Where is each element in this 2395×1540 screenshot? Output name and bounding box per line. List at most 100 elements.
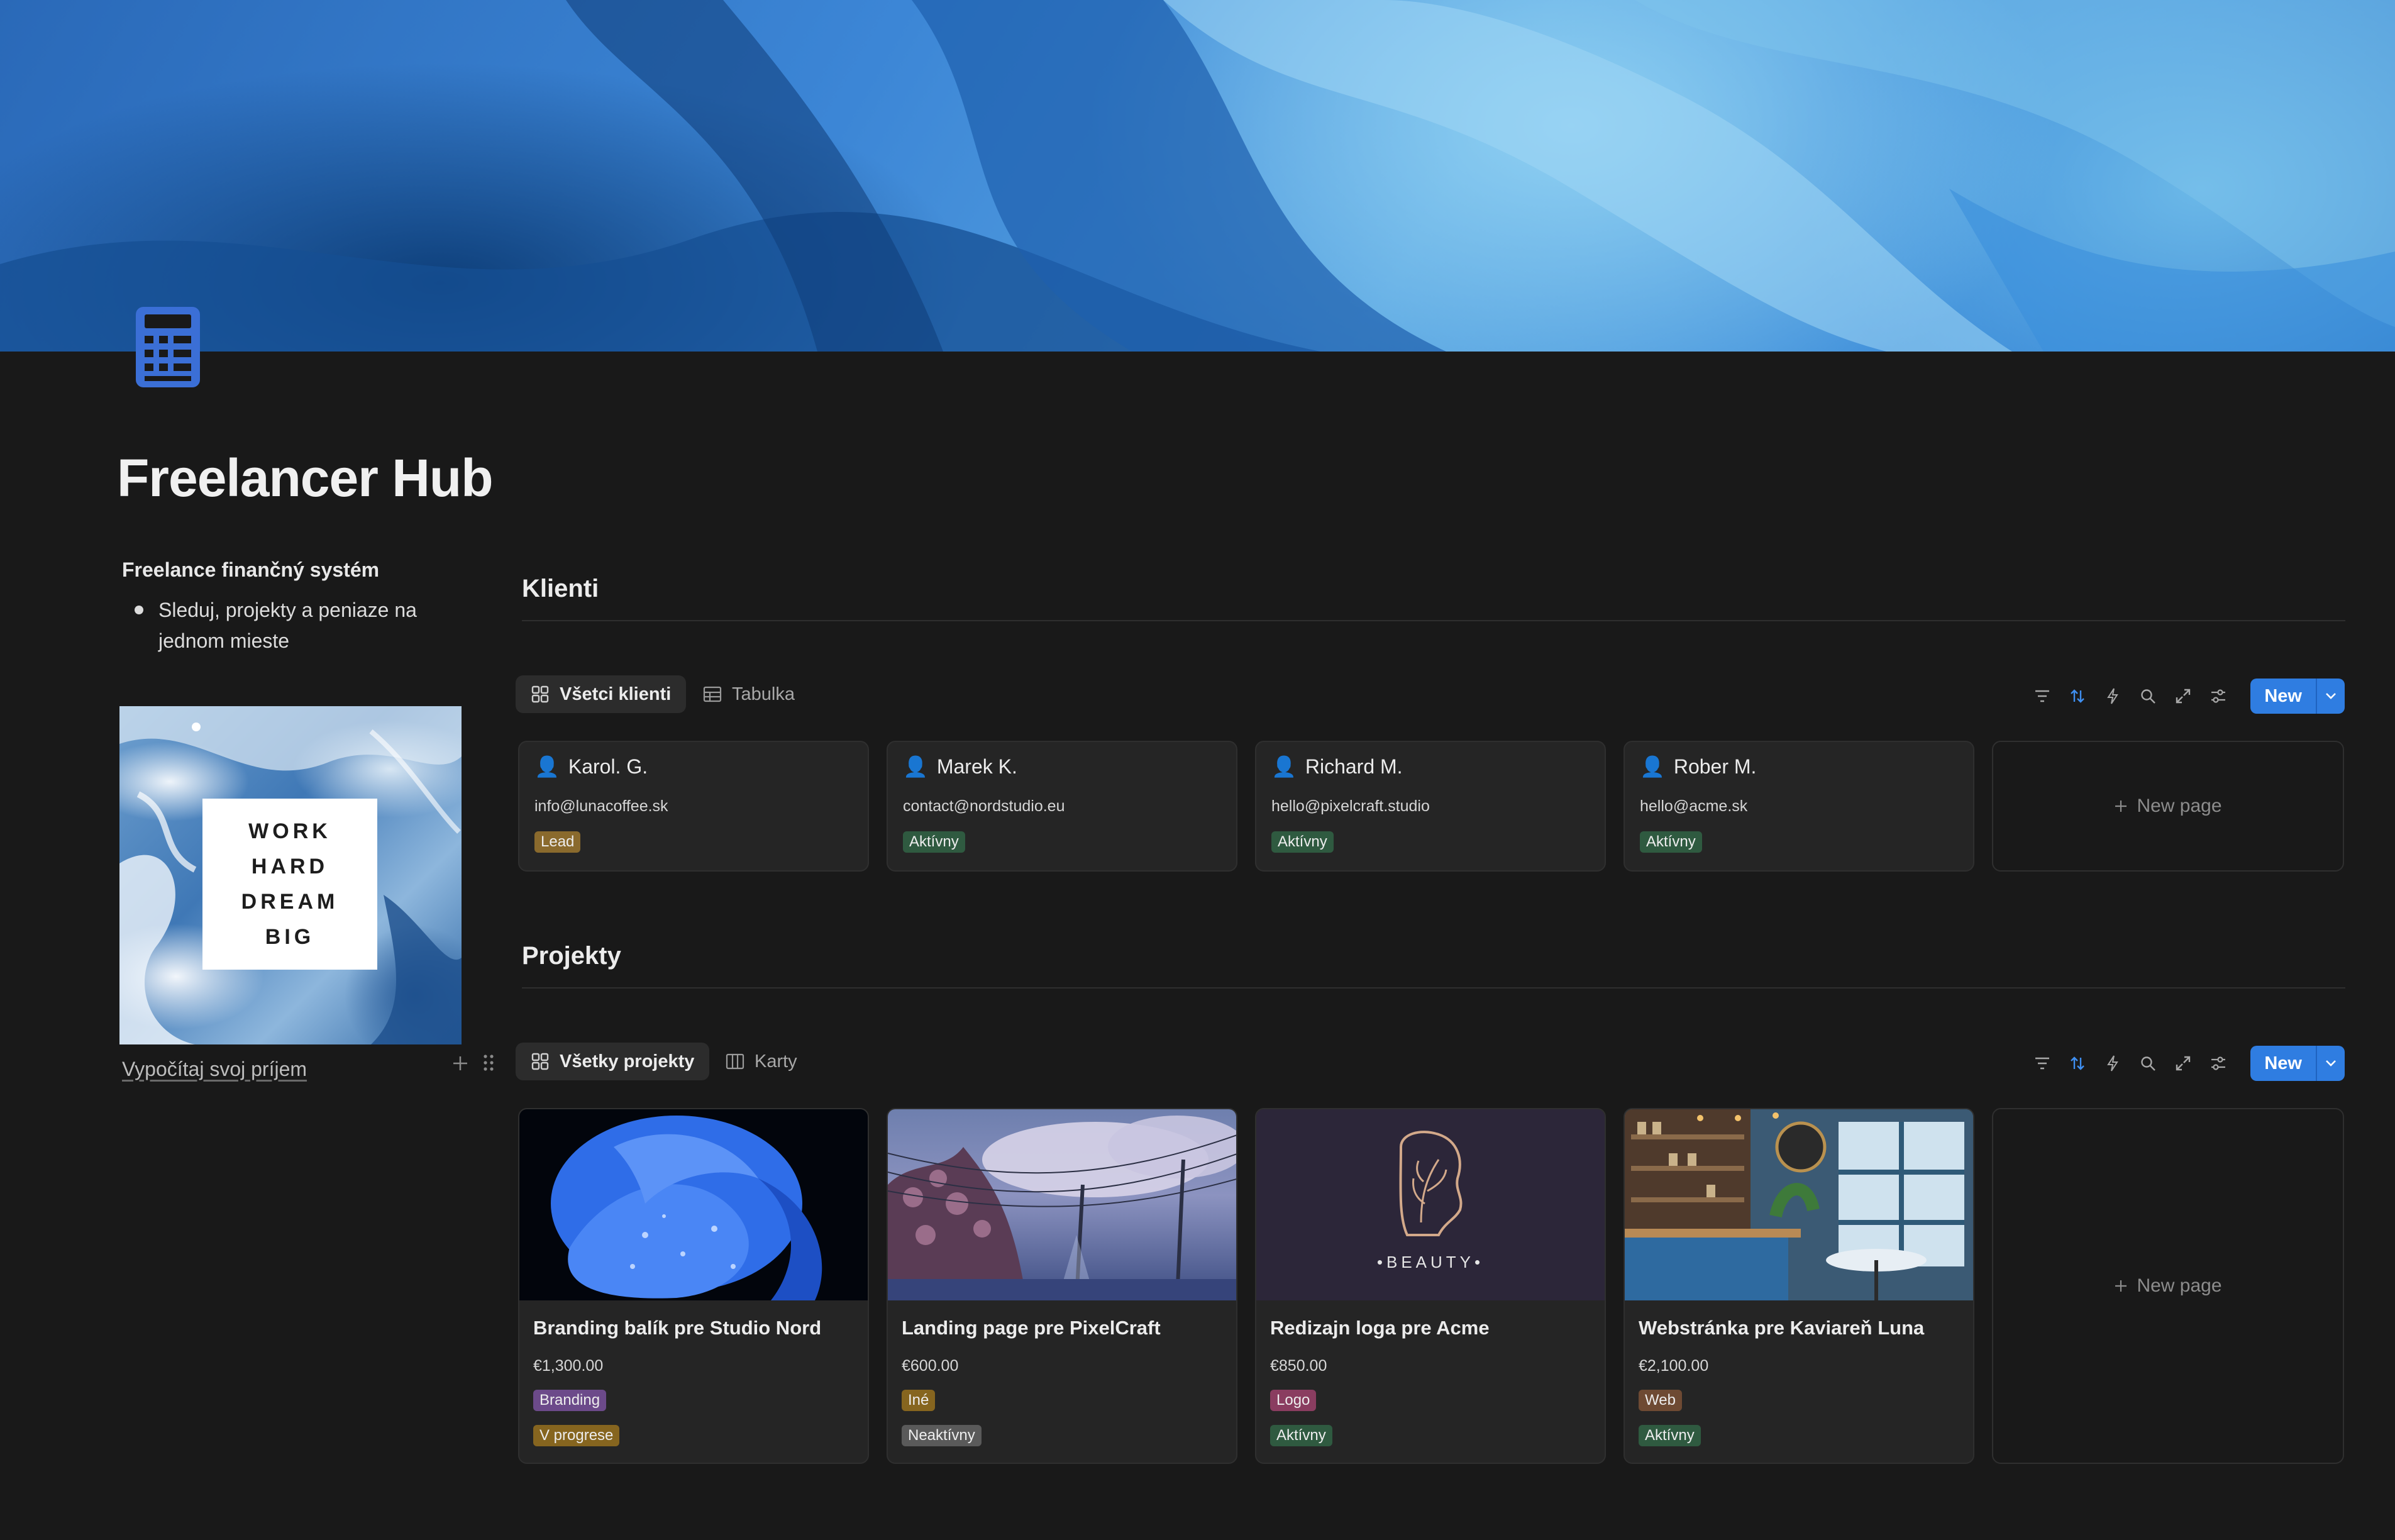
gallery-icon (531, 1053, 549, 1070)
project-card[interactable]: Webstránka pre Kaviareň Luna €2,100.00 W… (1623, 1108, 1974, 1464)
new-button-label: New (2264, 1053, 2302, 1073)
tab-label: Tabulka (732, 684, 795, 704)
category-badge: Logo (1270, 1390, 1317, 1411)
motivation-card: WORK HARD DREAM BIG (202, 799, 377, 970)
sidebar-bullet: Sleduj, projekty a peniaze na jednom mie… (135, 595, 449, 656)
page-cover[interactable] (0, 0, 2395, 352)
settings-sliders-icon[interactable] (2210, 688, 2226, 704)
gallery-icon (531, 685, 549, 703)
sort-icon[interactable] (2069, 688, 2086, 704)
project-cover-cafe (1625, 1109, 1973, 1300)
clients-toolbar: New (2034, 679, 2345, 714)
tab-label: Všetci klienti (560, 684, 672, 704)
client-email: hello@acme.sk (1640, 797, 1748, 815)
person-icon: 👤 (1640, 755, 1665, 778)
category-badge: Branding (533, 1390, 607, 1411)
projects-toolbar: New (2034, 1046, 2345, 1081)
status-badge: Aktívny (1271, 831, 1334, 853)
project-cover-sky (888, 1109, 1236, 1300)
chevron-down-icon[interactable] (2316, 1046, 2345, 1081)
project-cover-rose (519, 1109, 868, 1300)
settings-sliders-icon[interactable] (2210, 1055, 2226, 1072)
status-badge: Aktívny (903, 831, 965, 853)
search-icon[interactable] (2140, 1055, 2156, 1072)
automation-icon[interactable] (2105, 1055, 2121, 1072)
new-project-page-button[interactable]: New page (1992, 1108, 2344, 1464)
table-icon (703, 686, 722, 702)
tab-label: Všetky projekty (560, 1051, 695, 1072)
tab-table[interactable]: Tabulka (688, 675, 810, 713)
projects-divider (522, 987, 2345, 989)
new-client-button[interactable]: New (2250, 679, 2345, 714)
chevron-down-icon[interactable] (2316, 679, 2345, 714)
expand-icon[interactable] (2175, 688, 2191, 704)
client-card[interactable]: 👤 Karol. G. info@lunacoffee.sk Lead (518, 741, 869, 872)
person-icon: 👤 (1271, 755, 1297, 778)
calculate-income-link[interactable]: Vypočítaj svoj príjem (122, 1058, 307, 1081)
block-tools (451, 1051, 494, 1078)
tab-all-clients[interactable]: Všetci klienti (516, 675, 687, 713)
drag-handle-icon[interactable] (483, 1051, 494, 1078)
sidebar-bullet-text: Sleduj, projekty a peniaze na jednom mie… (158, 599, 417, 652)
project-price: €600.00 (902, 1357, 959, 1375)
project-title: Webstránka pre Kaviareň Luna (1639, 1317, 1925, 1339)
client-name: Marek K. (936, 755, 1017, 778)
plus-icon (2115, 800, 2127, 812)
expand-icon[interactable] (2175, 1055, 2191, 1072)
automation-icon[interactable] (2105, 688, 2121, 704)
person-icon: 👤 (903, 755, 928, 778)
motivation-image[interactable]: WORK HARD DREAM BIG (119, 706, 462, 1044)
client-email: hello@pixelcraft.studio (1271, 797, 1430, 815)
status-badge: Aktívny (1640, 831, 1702, 853)
project-title: Redizajn loga pre Acme (1270, 1317, 1490, 1339)
filter-icon[interactable] (2034, 1055, 2050, 1072)
new-client-page-button[interactable]: New page (1992, 741, 2344, 872)
client-card[interactable]: 👤 Rober M. hello@acme.sk Aktívny (1623, 741, 1974, 872)
clients-divider (522, 620, 2345, 621)
sort-icon[interactable] (2069, 1055, 2086, 1072)
category-badge: Iné (902, 1390, 936, 1411)
client-name: Richard M. (1305, 755, 1403, 778)
project-card[interactable]: Landing page pre PixelCraft €600.00 Iné … (887, 1108, 1237, 1464)
motivation-line: DREAM (241, 890, 339, 914)
projects-section-title[interactable]: Projekty (522, 942, 621, 970)
status-badge: Lead (534, 831, 581, 853)
motivation-line: WORK (248, 819, 331, 843)
search-icon[interactable] (2140, 688, 2156, 704)
client-email: info@lunacoffee.sk (534, 797, 668, 815)
tab-label: Karty (755, 1051, 797, 1072)
motivation-line: HARD (251, 855, 329, 878)
calculator-icon[interactable] (135, 306, 201, 389)
project-title: Landing page pre PixelCraft (902, 1317, 1161, 1339)
client-name: Rober M. (1673, 755, 1757, 778)
new-button-label: New (2264, 685, 2302, 706)
project-card[interactable]: •BEAUTY• Redizajn loga pre Acme €850.00 … (1255, 1108, 1606, 1464)
project-card[interactable]: Branding balík pre Studio Nord €1,300.00… (518, 1108, 869, 1464)
sidebar-heading: Freelance finančný systém (122, 558, 380, 581)
project-price: €850.00 (1270, 1357, 1327, 1375)
status-badge: Aktívny (1639, 1425, 1701, 1446)
project-price: €1,300.00 (533, 1357, 604, 1375)
status-badge: V progrese (533, 1425, 620, 1446)
clients-section-title[interactable]: Klienti (522, 575, 599, 603)
filter-icon[interactable] (2034, 688, 2050, 704)
new-project-button[interactable]: New (2250, 1046, 2345, 1081)
tab-board[interactable]: Karty (711, 1043, 812, 1080)
bullet-dot (135, 606, 143, 614)
client-email: contact@nordstudio.eu (903, 797, 1065, 815)
add-block-icon[interactable] (451, 1051, 469, 1078)
beauty-logo-text: •BEAUTY• (1376, 1253, 1485, 1271)
status-badge: Aktívny (1270, 1425, 1332, 1446)
client-card[interactable]: 👤 Richard M. hello@pixelcraft.studio Aktí… (1255, 741, 1606, 872)
motivation-line: BIG (265, 925, 315, 949)
page-title[interactable]: Freelancer Hub (117, 448, 494, 509)
status-badge: Neaktívny (902, 1425, 982, 1446)
client-card[interactable]: 👤 Marek K. contact@nordstudio.eu Aktívny (887, 741, 1237, 872)
project-price: €2,100.00 (1639, 1357, 1709, 1375)
client-name: Karol. G. (568, 755, 648, 778)
new-page-label: New page (2137, 795, 2222, 816)
board-icon (726, 1053, 744, 1070)
plus-icon (2115, 1280, 2127, 1292)
tab-all-projects[interactable]: Všetky projekty (516, 1043, 710, 1080)
category-badge: Web (1639, 1390, 1682, 1411)
